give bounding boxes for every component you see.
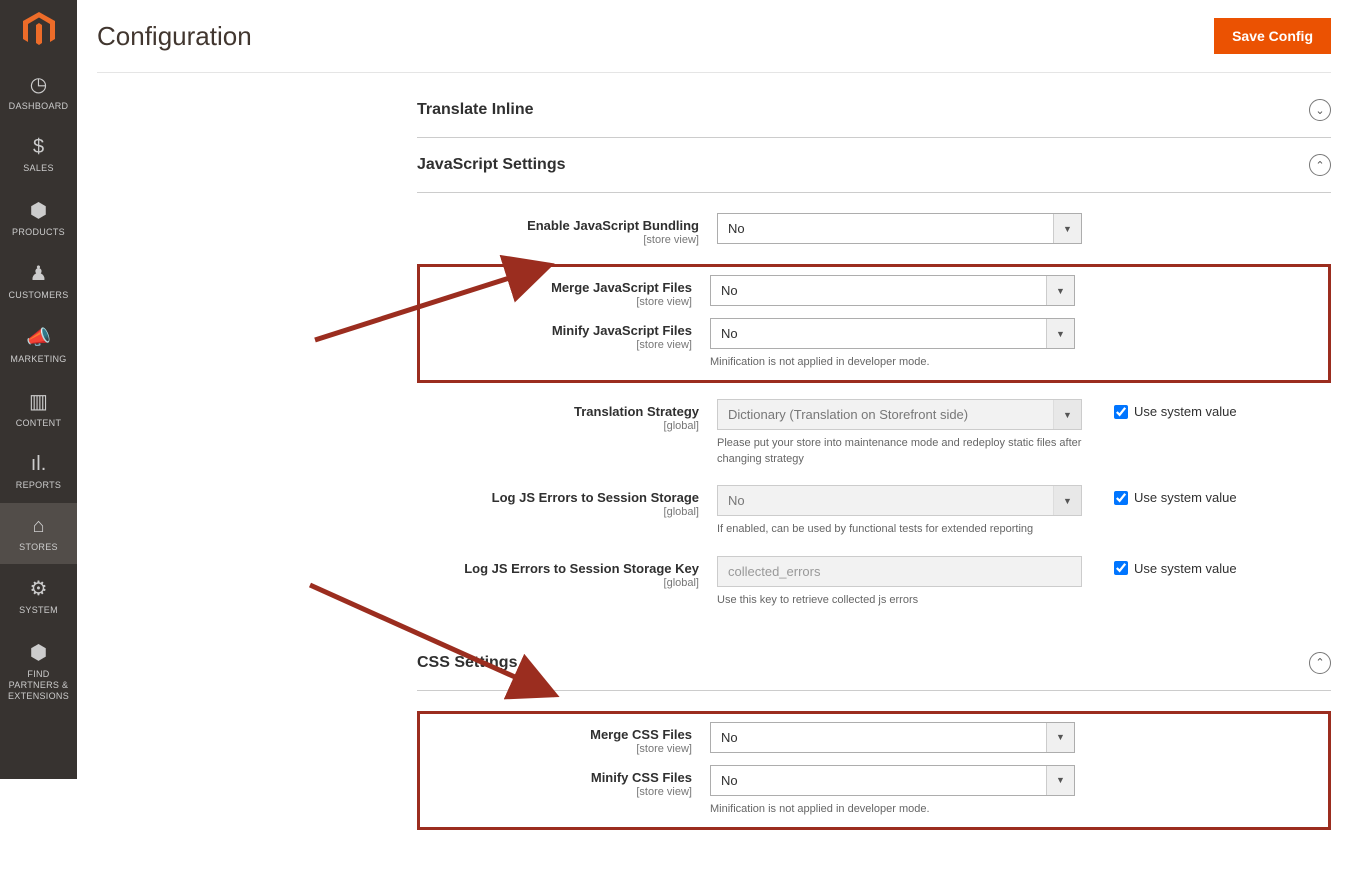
field-label: Enable JavaScript Bundling: [527, 218, 699, 233]
field-js-minify: Minify JavaScript Files [store view] No …: [430, 318, 1318, 370]
select-css-minify[interactable]: No ▼: [710, 765, 1075, 796]
field-scope: [global]: [427, 420, 699, 432]
select-js-merge[interactable]: No ▼: [710, 275, 1075, 306]
caret-down-icon: ▼: [1053, 486, 1081, 515]
sidebar-item-partners[interactable]: ⬢FIND PARTNERS & EXTENSIONS: [0, 628, 77, 713]
admin-sidebar: ◷DASHBOARD $SALES ⬢PRODUCTS ♟CUSTOMERS 📣…: [0, 0, 77, 779]
field-help: Minification is not applied in developer…: [710, 355, 1075, 370]
cube-icon: ⬢: [30, 198, 47, 223]
field-label: Log JS Errors to Session Storage: [492, 490, 699, 505]
select-js-log-errors: No ▼: [717, 485, 1082, 516]
field-scope: [store view]: [430, 339, 692, 351]
highlight-css-box: Merge CSS Files [store view] No ▼ Minify…: [417, 711, 1331, 830]
section-js-title: JavaScript Settings: [417, 156, 566, 174]
sidebar-item-content[interactable]: ▥CONTENT: [0, 377, 77, 441]
checkbox-use-system-log-key[interactable]: Use system value: [1114, 561, 1237, 576]
caret-down-icon: ▼: [1046, 723, 1074, 752]
section-css-body: Merge CSS Files [store view] No ▼ Minify…: [417, 691, 1331, 856]
field-js-log-errors: Log JS Errors to Session Storage [global…: [417, 485, 1331, 537]
select-js-translation: Dictionary (Translation on Storefront si…: [717, 399, 1082, 430]
checkbox-input[interactable]: [1114, 405, 1128, 419]
field-js-bundling: Enable JavaScript Bundling [store view] …: [417, 213, 1331, 246]
section-js-header[interactable]: JavaScript Settings ⌃: [417, 138, 1331, 193]
field-help: Use this key to retrieve collected js er…: [717, 593, 1082, 608]
chevron-up-icon: ⌃: [1309, 154, 1331, 176]
select-js-bundling[interactable]: No ▼: [717, 213, 1082, 244]
sidebar-item-products[interactable]: ⬢PRODUCTS: [0, 186, 77, 250]
field-js-merge: Merge JavaScript Files [store view] No ▼: [430, 275, 1318, 308]
chart-icon: ıl.: [31, 453, 47, 476]
field-js-log-key: Log JS Errors to Session Storage Key [gl…: [417, 556, 1331, 608]
caret-down-icon: ▼: [1046, 276, 1074, 305]
checkbox-use-system-log-errors[interactable]: Use system value: [1114, 490, 1237, 505]
field-label: Minify CSS Files: [591, 770, 692, 785]
caret-down-icon: ▼: [1053, 400, 1081, 429]
section-translate-header[interactable]: Translate Inline ⌄: [417, 83, 1331, 138]
chevron-up-icon: ⌃: [1309, 652, 1331, 674]
caret-down-icon: ▼: [1046, 319, 1074, 348]
field-scope: [store view]: [430, 743, 692, 755]
dashboard-icon: ◷: [30, 72, 47, 97]
field-css-minify: Minify CSS Files [store view] No ▼ Minif…: [430, 765, 1318, 817]
page-title: Configuration: [97, 21, 252, 52]
checkbox-use-system-translation[interactable]: Use system value: [1114, 404, 1237, 419]
sidebar-item-sales[interactable]: $SALES: [0, 124, 77, 186]
highlight-js-box: Merge JavaScript Files [store view] No ▼…: [417, 264, 1331, 383]
field-scope: [store view]: [430, 296, 692, 308]
sidebar-item-system[interactable]: ⚙SYSTEM: [0, 564, 77, 628]
magento-logo[interactable]: [0, 0, 77, 60]
field-help: Minification is not applied in developer…: [710, 802, 1075, 817]
megaphone-icon: 📣: [26, 325, 51, 350]
sidebar-item-customers[interactable]: ♟CUSTOMERS: [0, 249, 77, 313]
field-css-merge: Merge CSS Files [store view] No ▼: [430, 722, 1318, 755]
checkbox-input[interactable]: [1114, 491, 1128, 505]
field-help: If enabled, can be used by functional te…: [717, 522, 1082, 537]
page-header: Configuration Save Config: [97, 0, 1331, 73]
input-js-log-key: [717, 556, 1082, 587]
section-css-title: CSS Settings: [417, 654, 517, 672]
sidebar-item-reports[interactable]: ıl.REPORTS: [0, 441, 77, 503]
field-scope: [store view]: [427, 234, 699, 246]
sidebar-item-marketing[interactable]: 📣MARKETING: [0, 313, 77, 377]
field-label: Log JS Errors to Session Storage Key: [464, 561, 699, 576]
field-scope: [global]: [427, 506, 699, 518]
chevron-down-icon: ⌄: [1309, 99, 1331, 121]
store-icon: ⌂: [32, 515, 44, 538]
person-icon: ♟: [30, 261, 48, 286]
save-config-button[interactable]: Save Config: [1214, 18, 1331, 54]
field-label: Minify JavaScript Files: [552, 323, 692, 338]
field-scope: [store view]: [430, 786, 692, 798]
section-js-body: Enable JavaScript Bundling [store view] …: [417, 193, 1331, 636]
partners-icon: ⬢: [30, 640, 47, 665]
select-js-minify[interactable]: No ▼: [710, 318, 1075, 349]
field-label: Merge JavaScript Files: [551, 280, 692, 295]
layout-icon: ▥: [29, 389, 48, 414]
field-label: Merge CSS Files: [590, 727, 692, 742]
field-help: Please put your store into maintenance m…: [717, 436, 1082, 467]
caret-down-icon: ▼: [1046, 766, 1074, 795]
checkbox-input[interactable]: [1114, 561, 1128, 575]
gear-icon: ⚙: [30, 576, 48, 601]
dollar-icon: $: [33, 136, 44, 159]
sidebar-item-dashboard[interactable]: ◷DASHBOARD: [0, 60, 77, 124]
field-js-translation: Translation Strategy [global] Dictionary…: [417, 399, 1331, 467]
field-label: Translation Strategy: [574, 404, 699, 419]
caret-down-icon: ▼: [1053, 214, 1081, 243]
field-scope: [global]: [427, 577, 699, 589]
sidebar-item-stores[interactable]: ⌂STORES: [0, 503, 77, 565]
section-css-header[interactable]: CSS Settings ⌃: [417, 636, 1331, 691]
section-translate-title: Translate Inline: [417, 101, 533, 119]
select-css-merge[interactable]: No ▼: [710, 722, 1075, 753]
